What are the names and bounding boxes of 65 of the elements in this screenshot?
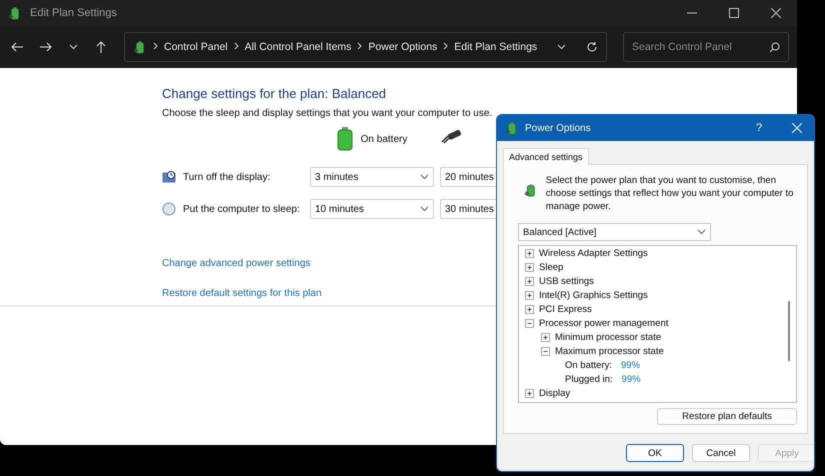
search-field[interactable]: Search Control Panel bbox=[623, 32, 789, 62]
tree-item[interactable]: Minimum processor state bbox=[555, 332, 662, 343]
battery-icon bbox=[336, 127, 353, 151]
minus-box-icon[interactable] bbox=[525, 318, 534, 328]
dialog-button[interactable]: OK bbox=[626, 444, 684, 462]
breadcrumb-item[interactable]: Power Options bbox=[368, 41, 438, 53]
chevron-down-icon bbox=[420, 206, 429, 212]
breadcrumb-item[interactable]: All Control Panel Items bbox=[244, 41, 352, 53]
battery-plug-icon bbox=[8, 6, 22, 20]
tree-item[interactable]: Display bbox=[539, 388, 570, 399]
scrollbar[interactable] bbox=[788, 301, 790, 362]
plan-dropdown[interactable]: Balanced [Active] bbox=[518, 223, 711, 242]
restore-defaults-button[interactable]: Restore plan defaults bbox=[657, 408, 797, 425]
setting-label: Turn off the display: bbox=[183, 172, 270, 182]
breadcrumb-item[interactable]: Edit Plan Settings bbox=[454, 41, 538, 53]
search-icon bbox=[769, 42, 780, 53]
setting-label: Put the computer to sleep: bbox=[183, 204, 300, 214]
plus-box-icon[interactable] bbox=[525, 248, 534, 258]
forward-arrow-icon[interactable] bbox=[38, 42, 52, 52]
dialog-button[interactable]: Cancel bbox=[692, 444, 750, 462]
chevron-down-icon bbox=[557, 44, 566, 50]
tree-item[interactable]: Wireless Adapter Settings bbox=[539, 248, 648, 259]
plus-box-icon[interactable] bbox=[525, 388, 534, 398]
link[interactable]: Restore default settings for this plan bbox=[162, 288, 322, 299]
chevron-down-icon bbox=[68, 44, 78, 50]
back-arrow-icon[interactable] bbox=[10, 42, 24, 52]
refresh-icon[interactable] bbox=[586, 41, 598, 53]
help-button[interactable]: ? bbox=[744, 121, 774, 135]
setting-label: On battery: bbox=[565, 360, 612, 371]
tree-item[interactable]: USB settings bbox=[539, 276, 594, 287]
setting-value-link[interactable]: 99% bbox=[621, 360, 640, 371]
close-icon[interactable] bbox=[771, 8, 781, 18]
plus-box-icon[interactable] bbox=[525, 262, 534, 272]
tree-item[interactable]: Processor power management bbox=[539, 318, 668, 329]
setting-value-link[interactable]: 99% bbox=[622, 374, 641, 385]
setting-label: Plugged in: bbox=[565, 374, 613, 385]
page-heading: Change settings for the plan: Balanced bbox=[162, 86, 388, 101]
plus-box-icon[interactable] bbox=[525, 290, 534, 300]
tree-item[interactable]: Sleep bbox=[539, 262, 564, 273]
tree-item[interactable]: PCI Express bbox=[539, 304, 592, 315]
up-arrow-icon[interactable] bbox=[96, 40, 106, 54]
minus-box-icon[interactable] bbox=[541, 346, 550, 356]
plus-box-icon[interactable] bbox=[525, 304, 534, 314]
tree-item[interactable]: Maximum processor state bbox=[555, 346, 664, 357]
dialog-title: Power Options bbox=[525, 122, 592, 134]
breadcrumb-item[interactable]: Control Panel bbox=[164, 41, 228, 53]
address-bar[interactable]: Control Panel All Control Panel Items Power Options Edit Plan Settings bbox=[124, 32, 607, 62]
maximize-icon[interactable] bbox=[729, 8, 739, 18]
chevron-down-icon bbox=[420, 174, 429, 180]
column-header: On battery bbox=[360, 134, 408, 144]
battery-plug-icon bbox=[505, 121, 519, 135]
window-title: Edit Plan Settings bbox=[30, 7, 118, 19]
tab[interactable]: Advanced settings bbox=[503, 148, 589, 165]
plus-box-icon[interactable] bbox=[541, 332, 550, 342]
monitor-clock-icon bbox=[162, 170, 176, 184]
plus-box-icon[interactable] bbox=[525, 276, 534, 286]
battery-plug-icon bbox=[133, 40, 147, 54]
tree-item[interactable]: Intel(R) Graphics Settings bbox=[539, 290, 648, 301]
dialog-description: Select the power plan that you want to customise, then choose settings that reflect how you want your computer to manage power. bbox=[546, 175, 794, 214]
chevron-down-icon bbox=[697, 229, 706, 236]
link[interactable]: Change advanced power settings bbox=[162, 258, 310, 269]
dropdown[interactable]: 3 minutes bbox=[310, 167, 434, 187]
power-plug-icon bbox=[440, 130, 462, 144]
dropdown[interactable]: 10 minutes bbox=[310, 199, 434, 219]
page-description: Choose the sleep and display settings that you want your computer to use. bbox=[162, 108, 494, 119]
